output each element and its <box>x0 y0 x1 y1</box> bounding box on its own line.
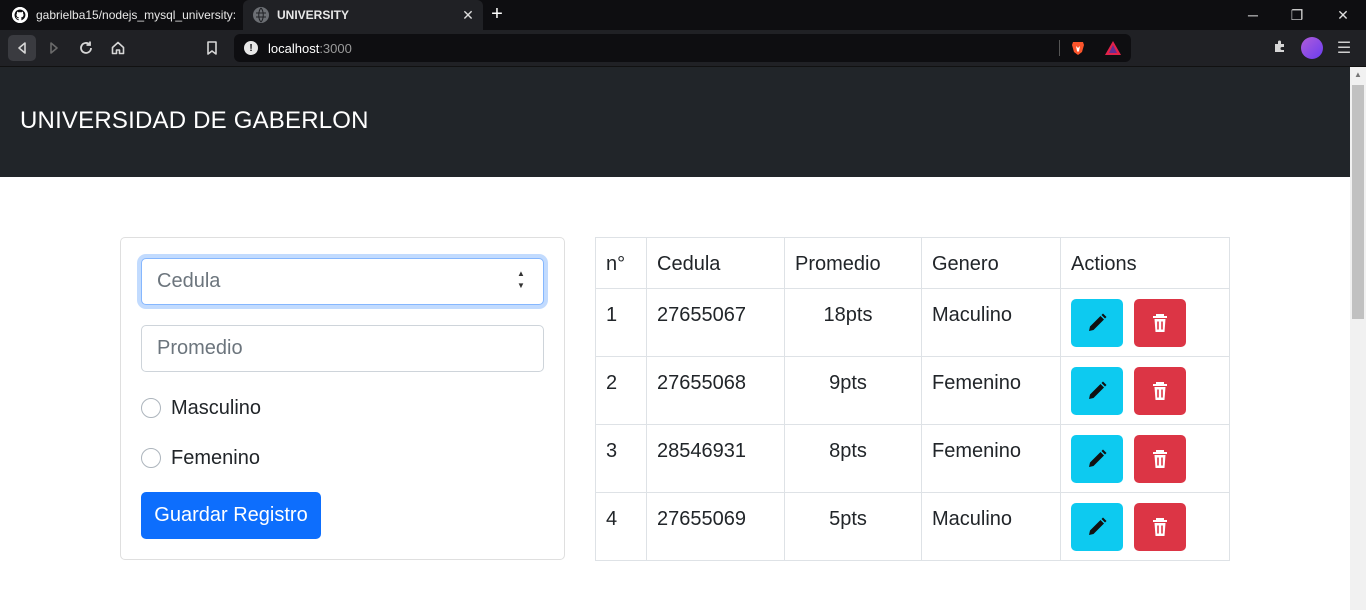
row-promedio: 8pts <box>784 424 922 493</box>
records-table: n° Cedula Promedio Genero Actions 1 2765… <box>595 237 1230 561</box>
browser-tab-github[interactable]: gabrielba15/nodejs_mysql_university: <box>0 0 242 30</box>
url-port: :3000 <box>319 40 352 56</box>
row-actions <box>1060 356 1230 425</box>
row-promedio: 18pts <box>784 288 922 357</box>
page-scrollbar[interactable]: ▲ <box>1350 67 1366 610</box>
number-stepper-icon[interactable]: ▲ ▼ <box>515 268 527 294</box>
row-genero: Maculino <box>921 492 1061 561</box>
trash-icon <box>1152 314 1167 332</box>
restore-icon[interactable]: ❐ <box>1274 0 1320 30</box>
navbar: UNIVERSIDAD DE GABERLON <box>0 67 1350 177</box>
table-row: 1 27655067 18pts Maculino <box>595 288 1230 357</box>
promedio-placeholder: Promedio <box>157 337 243 359</box>
row-cedula: 27655069 <box>646 492 785 561</box>
edit-button[interactable] <box>1071 299 1123 347</box>
row-actions <box>1060 492 1230 561</box>
navbar-brand[interactable]: UNIVERSIDAD DE GABERLON <box>20 107 369 135</box>
page-viewport: UNIVERSIDAD DE GABERLON Cedula ▲ ▼ Promed… <box>0 67 1350 610</box>
gender-option-masculino[interactable]: Masculino <box>141 395 261 421</box>
browser-tab-university[interactable]: UNIVERSITY ✕ <box>243 0 483 30</box>
radio-label: Masculino <box>171 396 262 419</box>
forward-icon[interactable] <box>40 35 68 61</box>
registration-form-card: Cedula ▲ ▼ Promedio Masculino Femenino Gu… <box>120 237 565 560</box>
new-tab-button[interactable]: + <box>486 3 508 25</box>
browser-toolbar: ! localhost:3000 ☰ <box>0 30 1366 67</box>
scroll-thumb[interactable] <box>1352 85 1364 319</box>
trash-icon <box>1152 450 1167 468</box>
gender-option-femenino[interactable]: Femenino <box>141 445 260 471</box>
table-header-row: n° Cedula Promedio Genero Actions <box>595 237 1230 289</box>
row-number: 2 <box>595 356 647 425</box>
pencil-icon <box>1089 313 1107 331</box>
column-header: Promedio <box>784 237 922 289</box>
edit-button[interactable] <box>1071 367 1123 415</box>
tab-title: UNIVERSITY <box>277 8 350 22</box>
close-tab-icon[interactable]: ✕ <box>457 7 479 24</box>
brave-rewards-icon[interactable] <box>1104 40 1122 56</box>
row-promedio: 5pts <box>784 492 922 561</box>
delete-button[interactable] <box>1133 367 1186 415</box>
row-cedula: 27655068 <box>646 356 785 425</box>
table-row: 2 27655068 9pts Femenino <box>595 356 1230 425</box>
cedula-placeholder: Cedula <box>157 270 221 292</box>
extensions-icon[interactable] <box>1270 38 1290 58</box>
trash-icon <box>1152 518 1167 536</box>
edit-button[interactable] <box>1071 435 1123 483</box>
bookmark-icon[interactable] <box>198 35 226 61</box>
pencil-icon <box>1089 449 1107 467</box>
row-genero: Maculino <box>921 288 1061 357</box>
trash-icon <box>1152 382 1167 400</box>
url-host: localhost <box>268 40 320 56</box>
row-number: 3 <box>595 424 647 493</box>
row-genero: Femenino <box>921 356 1061 425</box>
site-info-icon[interactable]: ! <box>244 41 258 55</box>
github-icon <box>12 7 28 23</box>
promedio-input[interactable]: Promedio <box>141 325 544 372</box>
row-number: 1 <box>595 288 647 357</box>
radio-masculino[interactable] <box>141 398 161 418</box>
table-row: 3 28546931 8pts Femenino <box>595 424 1230 493</box>
save-record-button[interactable]: Guardar Registro <box>141 492 321 539</box>
edit-button[interactable] <box>1071 503 1123 551</box>
column-header: Cedula <box>646 237 785 289</box>
delete-button[interactable] <box>1133 503 1186 551</box>
radio-label: Femenino <box>171 446 260 469</box>
globe-icon <box>253 7 269 23</box>
row-genero: Femenino <box>921 424 1061 493</box>
row-actions <box>1060 288 1230 357</box>
pencil-icon <box>1089 517 1107 535</box>
browser-tab-strip: gabrielba15/nodejs_mysql_university: UNI… <box>0 0 1366 30</box>
radio-femenino[interactable] <box>141 448 161 468</box>
table-row: 4 27655069 5pts Maculino <box>595 492 1230 561</box>
profile-avatar[interactable] <box>1301 37 1323 59</box>
minimize-icon[interactable]: ─ <box>1230 0 1276 30</box>
column-header: Actions <box>1060 237 1230 289</box>
back-icon[interactable] <box>8 35 36 61</box>
row-cedula: 27655067 <box>646 288 785 357</box>
close-window-icon[interactable]: ✕ <box>1320 0 1366 30</box>
column-header: n° <box>595 237 647 289</box>
row-promedio: 9pts <box>784 356 922 425</box>
url-divider <box>1059 40 1060 56</box>
menu-icon[interactable]: ☰ <box>1334 38 1354 58</box>
cedula-input[interactable]: Cedula ▲ ▼ <box>141 258 544 305</box>
tab-title: gabrielba15/nodejs_mysql_university: <box>36 8 237 22</box>
home-icon[interactable] <box>104 35 132 61</box>
row-actions <box>1060 424 1230 493</box>
reload-icon[interactable] <box>72 35 100 61</box>
pencil-icon <box>1089 381 1107 399</box>
row-number: 4 <box>595 492 647 561</box>
scroll-up-icon[interactable]: ▲ <box>1350 67 1366 83</box>
delete-button[interactable] <box>1133 435 1186 483</box>
delete-button[interactable] <box>1133 299 1186 347</box>
brave-shield-icon[interactable] <box>1070 40 1086 56</box>
address-bar[interactable]: ! localhost:3000 <box>234 34 1131 62</box>
column-header: Genero <box>921 237 1061 289</box>
row-cedula: 28546931 <box>646 424 785 493</box>
